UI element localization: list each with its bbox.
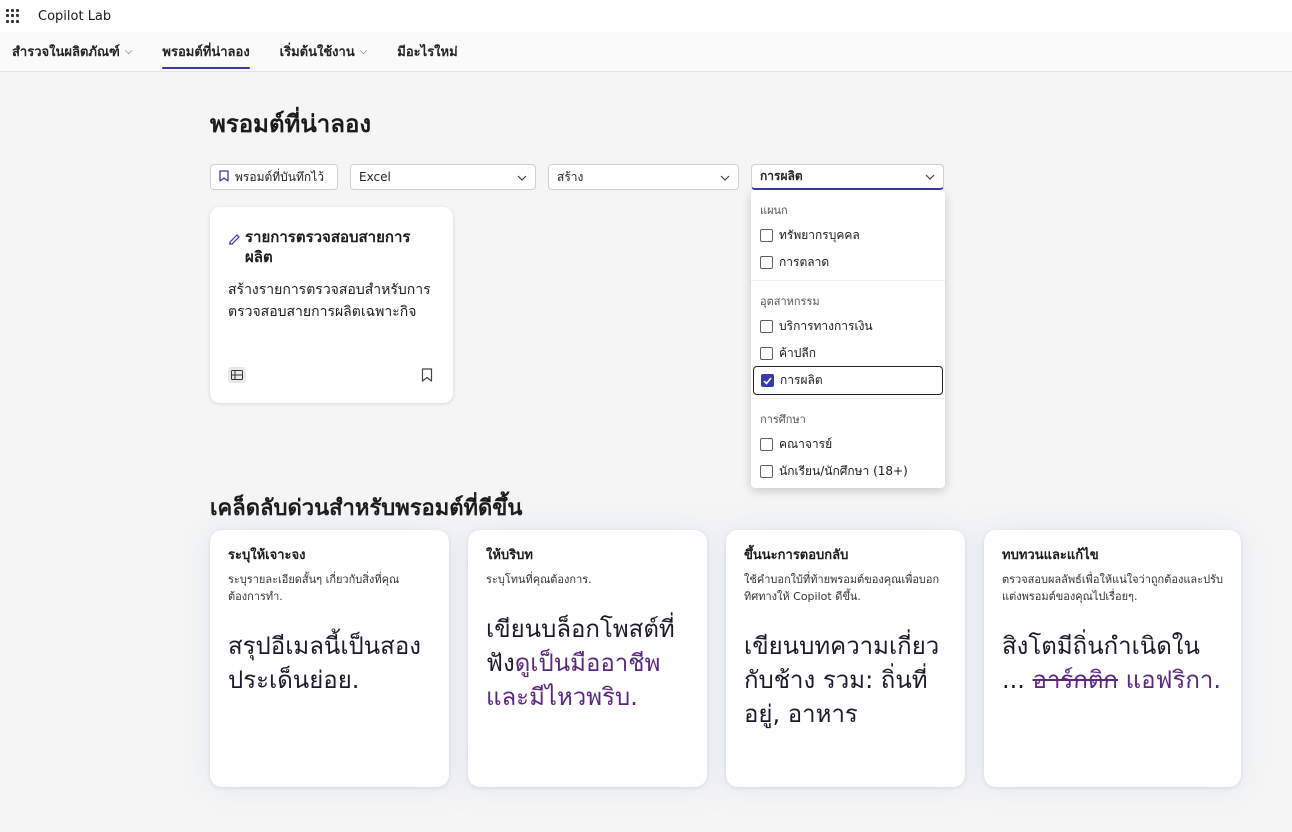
checkbox[interactable] (760, 228, 773, 242)
nav-item-label: พรอมต์ที่น่าลอง (162, 45, 250, 60)
checkbox[interactable] (760, 255, 773, 269)
nav-item-label: สำรวจในผลิตภัณฑ์ (12, 45, 120, 60)
tip-example-struck: อาร์กติก (1032, 666, 1118, 694)
chevron-down-icon (925, 170, 935, 183)
nav-item-whats-new[interactable]: มีอะไรใหม่ (397, 32, 457, 71)
prompt-card[interactable]: รายการตรวจสอบสายการผลิต สร้างรายการตรวจส… (210, 207, 453, 403)
checkbox[interactable] (760, 346, 773, 360)
option-label: การตลาด (779, 254, 830, 269)
prompt-card-description: สร้างรายการตรวจสอบสำหรับการตรวจสอบสายการ… (228, 282, 431, 320)
tip-example: เขียนบล็อกโพสต์ที่ฟังดูเป็นมืออาชีพและมี… (486, 612, 691, 714)
dropdown-group-label: การศึกษา (760, 413, 806, 426)
option-marketing[interactable]: การตลาด (753, 249, 943, 275)
pen-icon (228, 232, 241, 249)
option-label: คณาจารย์ (779, 436, 833, 451)
option-financial-services[interactable]: บริการทางการเงิน (753, 313, 943, 339)
dropdown-group-label: แผนก (760, 204, 788, 217)
excel-icon (228, 367, 246, 383)
checkbox[interactable] (760, 464, 773, 478)
option-students[interactable]: นักเรียน/นักศึกษา (18+) (753, 458, 943, 484)
tip-description: ใช้คำบอกใบ้ที่ท้ายพรอมต์ของคุณเพื่อบอกทิ… (744, 573, 940, 603)
tips-heading: เคล็ดลับด่วนสำหรับพรอมต์ที่ดีขึ้น (210, 496, 523, 521)
checkbox[interactable] (760, 437, 773, 451)
chevron-down-icon (517, 171, 527, 184)
saved-prompts-label: พรอมต์ที่บันทึกไว้ (235, 169, 324, 184)
checkbox[interactable] (760, 319, 773, 333)
tip-description: ระบุโทนที่คุณต้องการ. (486, 573, 592, 586)
bookmark-icon (219, 169, 229, 185)
task-filter-dropdown[interactable]: สร้าง (548, 164, 739, 190)
prompt-card-title: รายการตรวจสอบสายการผลิต (245, 228, 411, 266)
nav-item-prompts[interactable]: พรอมต์ที่น่าลอง (162, 32, 250, 71)
dropdown-group-label: อุตสาหกรรม (760, 295, 820, 308)
option-hr[interactable]: ทรัพยากรบุคคล (753, 222, 943, 248)
tip-title: ระบุให้เจาะจง (228, 548, 306, 563)
tip-description: ระบุรายละเอียดสั้นๆ เกี่ยวกับสิ่งที่คุณต… (228, 573, 400, 603)
option-label: การผลิต (780, 373, 823, 387)
tip-title: ให้บริบท (486, 548, 533, 563)
industry-filter-dropdown[interactable]: การผลิต (751, 164, 944, 190)
option-label: ทรัพยากรบุคคล (779, 227, 860, 242)
app-title: Copilot Lab (38, 8, 112, 24)
option-label: นักเรียน/นักศึกษา (18+) (779, 463, 908, 478)
main-nav: สำรวจในผลิตภัณฑ์ ⌵ พรอมต์ที่น่าลอง เริ่ม… (0, 32, 1292, 72)
chevron-down-icon: ⌵ (124, 46, 133, 57)
industry-filter-value: การผลิต (760, 169, 803, 183)
industry-dropdown-menu: แผนก ทรัพยากรบุคคล การตลาด อุตสาหกรรม บร… (751, 190, 945, 488)
tip-title: ขึ้นนะการตอบกลับ (744, 548, 849, 563)
top-bar: Copilot Lab (0, 0, 1292, 32)
nav-item-label: เริ่มต้นใช้งาน (279, 45, 355, 60)
option-label: ค้าปลีก (779, 345, 817, 360)
tip-description: ตรวจสอบผลลัพธ์เพื่อให้แน่ใจว่าถูกต้องและ… (1002, 573, 1223, 603)
task-filter-value: สร้าง (557, 169, 584, 184)
checkbox-checked[interactable] (761, 374, 774, 387)
tip-title: ทบทวนและแก้ไข (1002, 548, 1099, 563)
divider (751, 280, 945, 281)
option-label: บริการทางการเงิน (779, 318, 873, 333)
tip-card: ระบุให้เจาะจง ระบุรายละเอียดสั้นๆ เกี่ยว… (210, 530, 449, 787)
tip-card: ทบทวนและแก้ไข ตรวจสอบผลลัพธ์เพื่อให้แน่ใ… (984, 530, 1241, 787)
option-manufacturing[interactable]: การผลิต (753, 366, 943, 395)
app-filter-value: Excel (359, 170, 391, 184)
tip-example-highlight: แอฟริกา. (1125, 666, 1222, 694)
app-launcher-icon[interactable] (6, 9, 20, 23)
tip-example: สรุปอีเมลนี้เป็นสองประเด็นย่อย. (228, 632, 421, 694)
option-faculty[interactable]: คณาจารย์ (753, 431, 943, 457)
divider (751, 398, 945, 399)
bookmark-icon[interactable] (421, 367, 435, 383)
nav-item-explore[interactable]: สำรวจในผลิตภัณฑ์ ⌵ (12, 32, 132, 71)
saved-prompts-button[interactable]: พรอมต์ที่บันทึกไว้ (210, 164, 338, 190)
tip-example: สิงโตมีถิ่นกำเนิดใน ... อาร์กติก แอฟริกา… (1002, 629, 1225, 697)
nav-item-get-started[interactable]: เริ่มต้นใช้งาน ⌵ (280, 32, 368, 71)
app-filter-dropdown[interactable]: Excel (350, 164, 536, 190)
option-retail[interactable]: ค้าปลีก (753, 340, 943, 366)
page-title: พรอมต์ที่น่าลอง (210, 110, 372, 138)
chevron-down-icon: ⌵ (359, 46, 368, 57)
nav-item-label: มีอะไรใหม่ (397, 45, 458, 60)
tip-example: เขียนบทความเกี่ยวกับช้าง รวม: ถิ่นที่อยู… (744, 632, 940, 728)
chevron-down-icon (720, 171, 730, 184)
tip-card: ขึ้นนะการตอบกลับ ใช้คำบอกใบ้ที่ท้ายพรอมต… (726, 530, 965, 787)
tip-card: ให้บริบท ระบุโทนที่คุณต้องการ. เขียนบล็อ… (468, 530, 707, 787)
